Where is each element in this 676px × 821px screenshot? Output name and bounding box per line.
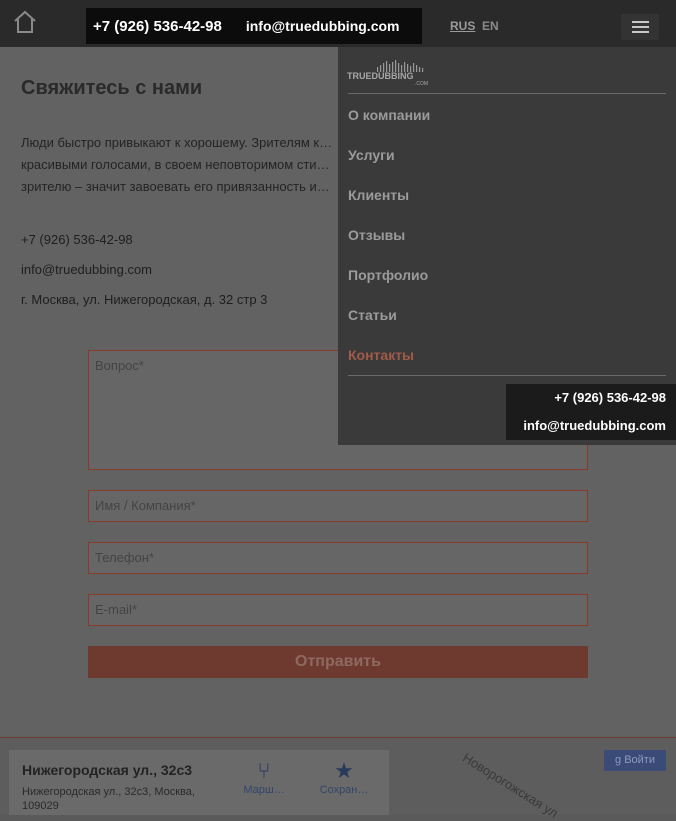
contact-phone[interactable]: +7 (926) 536-42-98 — [21, 232, 133, 247]
map-route-button[interactable]: ⑂ Марш… — [234, 758, 294, 796]
menu-item-reviews[interactable]: Отзывы — [348, 227, 405, 243]
route-icon: ⑂ — [257, 758, 271, 783]
menu-email[interactable]: info@truedubbing.com — [506, 412, 676, 440]
menu-item-services[interactable]: Услуги — [348, 147, 395, 163]
email-placeholder: E-mail* — [95, 602, 137, 617]
home-icon[interactable] — [12, 10, 38, 34]
name-input[interactable]: Имя / Компания* — [88, 490, 588, 522]
map-save-label: Сохран… — [319, 784, 369, 796]
map-place-title: Нижегородская ул., 32с3 — [22, 762, 193, 778]
map-embed[interactable]: Новорогожская ул Нижегородская ул., 32с3… — [0, 737, 676, 821]
intro-text: Люди быстро привыкают к хорошему. Зрител… — [21, 135, 333, 194]
lang-ru-link[interactable]: RUS — [450, 19, 475, 33]
map-place-card: Нижегородская ул., 32с3 Нижегородская ул… — [9, 750, 389, 815]
map-save-button[interactable]: ★ Сохран… — [314, 758, 374, 796]
menu-phone[interactable]: +7 (926) 536-42-98 — [506, 384, 676, 412]
lang-en-link[interactable]: EN — [482, 19, 499, 33]
header-phone[interactable]: +7 (926) 536-42-98 — [93, 18, 222, 35]
header-email[interactable]: info@truedubbing.com — [246, 18, 400, 34]
menu-item-articles[interactable]: Статьи — [348, 307, 397, 323]
header-contacts: +7 (926) 536-42-98 info@truedubbing.com — [86, 8, 422, 44]
map-route-label: Марш… — [243, 784, 285, 796]
email-input[interactable]: E-mail* — [88, 594, 588, 626]
submit-button[interactable]: Отправить — [88, 646, 588, 678]
map-street-label: Новорогожская ул — [460, 750, 561, 821]
name-placeholder: Имя / Компания* — [95, 498, 196, 513]
nav-dropdown-menu: TRUEDUBBING .COM О компании Услуги Клиен… — [338, 47, 676, 445]
menu-item-contacts[interactable]: Контакты — [348, 347, 414, 363]
map-signin-button[interactable]: g Войти — [604, 750, 666, 771]
phone-placeholder: Телефон* — [95, 550, 154, 565]
menu-item-portfolio[interactable]: Портфолио — [348, 267, 428, 283]
contact-address: г. Москва, ул. Нижегородская, д. 32 стр … — [21, 292, 268, 307]
svg-text:TRUEDUBBING: TRUEDUBBING — [347, 71, 414, 81]
top-bar: +7 (926) 536-42-98 info@truedubbing.com … — [0, 0, 676, 47]
contact-email[interactable]: info@truedubbing.com — [21, 262, 152, 277]
map-place-address: Нижегородская ул., 32с3, Москва, 109029 — [22, 786, 195, 812]
page-title: Свяжитесь с нами — [21, 77, 203, 99]
question-placeholder: Вопрос* — [95, 358, 144, 373]
google-plus-icon: g — [615, 754, 622, 766]
menu-item-about[interactable]: О компании — [348, 107, 430, 123]
menu-item-clients[interactable]: Клиенты — [348, 187, 409, 203]
star-icon: ★ — [334, 758, 354, 783]
phone-input[interactable]: Телефон* — [88, 542, 588, 574]
menu-toggle-button[interactable] — [621, 14, 659, 40]
logo[interactable]: TRUEDUBBING .COM — [347, 59, 431, 87]
menu-divider-top — [348, 93, 666, 94]
map-signin-label: Войти — [624, 754, 655, 766]
svg-text:.COM: .COM — [415, 81, 428, 87]
menu-divider-bottom — [348, 375, 666, 376]
